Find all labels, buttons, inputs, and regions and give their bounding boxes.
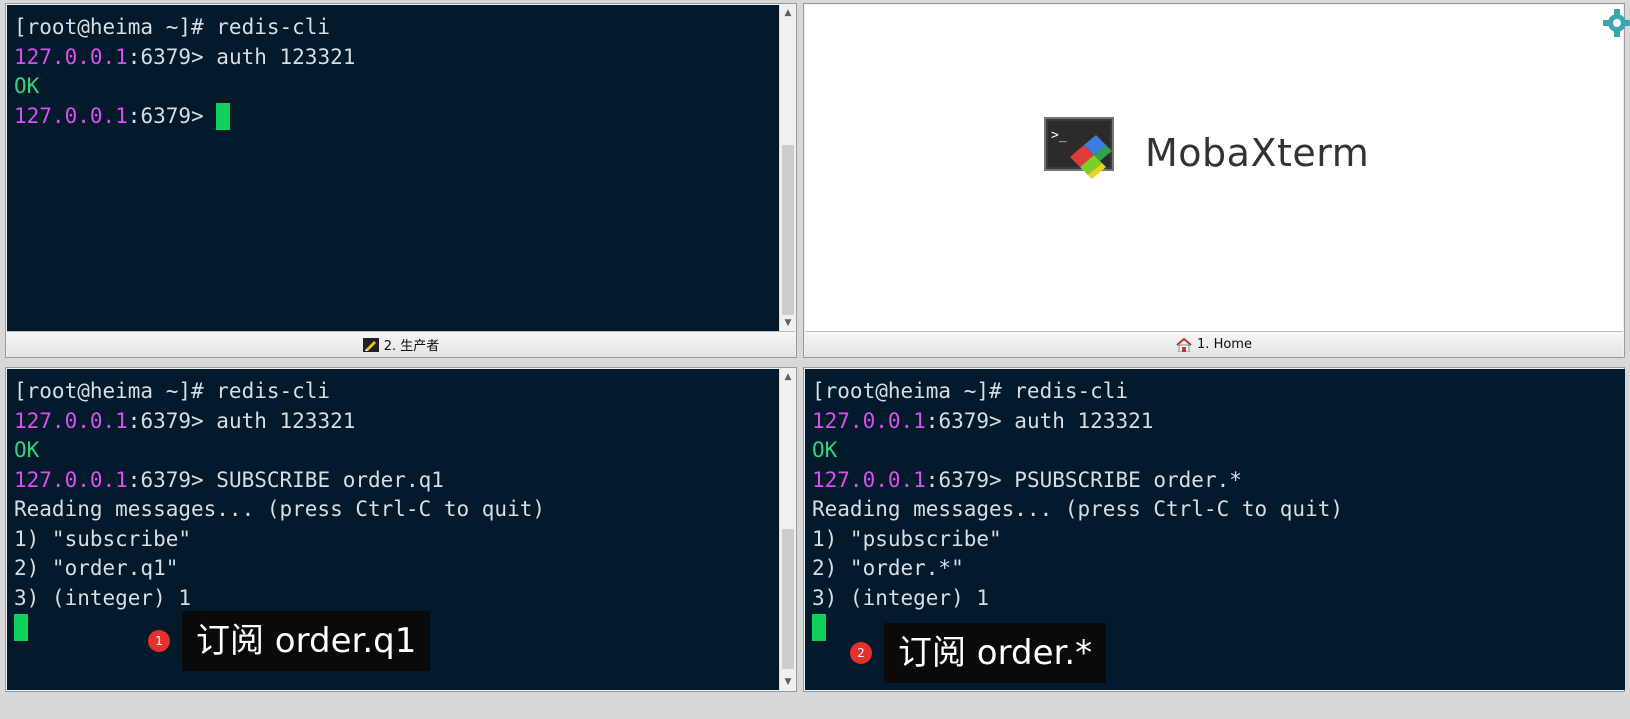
- terminal-line: [root@heima ~]# redis-cli: [812, 377, 1625, 407]
- terminal-line: 127.0.0.1:6379> auth 123321: [14, 43, 779, 73]
- terminal-line: [root@heima ~]# redis-cli: [14, 13, 779, 43]
- svg-text:>_: >_: [1051, 128, 1067, 143]
- scrollbar-producer[interactable]: ▲ ▼: [779, 5, 796, 331]
- terminal-line: [root@heima ~]# redis-cli: [14, 377, 779, 407]
- terminal-line: OK: [14, 72, 779, 102]
- terminal-line: Reading messages... (press Ctrl-C to qui…: [14, 495, 779, 525]
- terminal-text: 3) (integer) 1: [14, 585, 192, 610]
- scroll-thumb[interactable]: [782, 529, 794, 669]
- terminal-line: 127.0.0.1:6379> SUBSCRIBE order.q1: [14, 466, 779, 496]
- prompt-host: 127.0.0.1: [14, 408, 128, 433]
- prompt-host: 127.0.0.1: [14, 44, 128, 69]
- pane-subscriber-1: [root@heima ~]# redis-cli 127.0.0.1:6379>…: [5, 367, 797, 692]
- terminal-text: [root@heima ~]# redis-cli: [14, 15, 331, 39]
- mobaxterm-logo: >_: [1044, 117, 1114, 179]
- scroll-up-arrow[interactable]: ▲: [780, 5, 796, 21]
- terminal-line: 127.0.0.1:6379>: [14, 102, 779, 132]
- terminal-text: Reading messages... (press Ctrl-C to qui…: [14, 497, 546, 521]
- prompt-host: 127.0.0.1: [14, 103, 128, 128]
- terminal-line: 3) (integer) 1: [812, 584, 1625, 614]
- terminal-line: 127.0.0.1:6379> auth 123321: [812, 407, 1625, 437]
- terminal-cursor: [812, 614, 826, 641]
- scroll-down-arrow[interactable]: ▼: [780, 674, 796, 690]
- terminal-cursor: [14, 614, 28, 641]
- scrollbar-subscriber-1[interactable]: ▲ ▼: [779, 369, 796, 690]
- app-name: MobaXterm: [1145, 131, 1370, 175]
- scroll-up-arrow[interactable]: ▲: [780, 369, 796, 385]
- caption-subscribe-pattern: 订阅 order.*: [884, 623, 1107, 683]
- terminal-line: 3) (integer) 1: [14, 584, 779, 614]
- terminal-line: 1) "psubscribe": [812, 525, 1625, 555]
- terminal-text: OK: [812, 438, 838, 462]
- pane-producer: [root@heima ~]# redis-cli 127.0.0.1:6379>…: [5, 3, 797, 358]
- terminal-text: OK: [14, 74, 40, 98]
- terminal-line: OK: [14, 436, 779, 466]
- tab-home-label: 1. Home: [1197, 337, 1252, 352]
- terminal-producer[interactable]: [root@heima ~]# redis-cli 127.0.0.1:6379>…: [7, 5, 779, 331]
- prompt-host: 127.0.0.1: [812, 467, 926, 492]
- prompt-host: 127.0.0.1: [812, 408, 926, 433]
- terminal-text: Reading messages... (press Ctrl-C to qui…: [812, 497, 1344, 521]
- terminal-text: :6379> auth 123321: [127, 408, 356, 433]
- terminal-text: [root@heima ~]# redis-cli: [812, 379, 1129, 403]
- terminal-text: 1) "psubscribe": [812, 526, 1002, 551]
- terminal-cursor: [216, 102, 231, 130]
- terminal-text: :6379>: [127, 103, 217, 128]
- gear-icon[interactable]: [1603, 8, 1630, 38]
- pane-home: >_ MobaXterm 1. Home: [803, 3, 1625, 358]
- terminal-text: :6379> SUBSCRIBE order.q1: [127, 467, 444, 492]
- terminal-line: 2) "order.q1": [14, 554, 779, 584]
- terminal-text: 3) (integer) 1: [812, 585, 990, 610]
- terminal-text: OK: [14, 438, 40, 462]
- terminal-line: 1) "subscribe": [14, 525, 779, 555]
- step-badge-1: 1: [148, 630, 170, 652]
- terminal-line: Reading messages... (press Ctrl-C to qui…: [812, 495, 1625, 525]
- scroll-down-arrow[interactable]: ▼: [780, 315, 796, 331]
- terminal-line: 2) "order.*": [812, 554, 1625, 584]
- terminal-text: 2) "order.*": [812, 556, 964, 580]
- terminal-text: [root@heima ~]# redis-cli: [14, 379, 331, 403]
- tab-producer[interactable]: 2. 生产者: [7, 331, 795, 357]
- tab-producer-label: 2. 生产者: [383, 339, 440, 354]
- terminal-line: 127.0.0.1:6379> auth 123321: [14, 407, 779, 437]
- terminal-text: 2) "order.q1": [14, 556, 179, 580]
- terminal-text: 1) "subscribe": [14, 526, 192, 551]
- terminal-text: :6379> auth 123321: [925, 408, 1154, 433]
- terminal-text: :6379> PSUBSCRIBE order.*: [925, 467, 1242, 492]
- prompt-host: 127.0.0.1: [14, 467, 128, 492]
- pencil-icon: [362, 337, 379, 352]
- home-view: >_ MobaXterm: [805, 5, 1623, 331]
- tab-home[interactable]: 1. Home: [805, 331, 1623, 357]
- scroll-thumb[interactable]: [782, 145, 794, 315]
- terminal-text: :6379> auth 123321: [127, 44, 356, 69]
- terminal-line: OK: [812, 436, 1625, 466]
- caption-subscribe-q1: 订阅 order.q1: [182, 611, 431, 671]
- pane-subscriber-2: [root@heima ~]# redis-cli 127.0.0.1:6379>…: [803, 367, 1625, 692]
- terminal-line: 127.0.0.1:6379> PSUBSCRIBE order.*: [812, 466, 1625, 496]
- home-icon: [1176, 337, 1192, 352]
- step-badge-2: 2: [850, 642, 872, 664]
